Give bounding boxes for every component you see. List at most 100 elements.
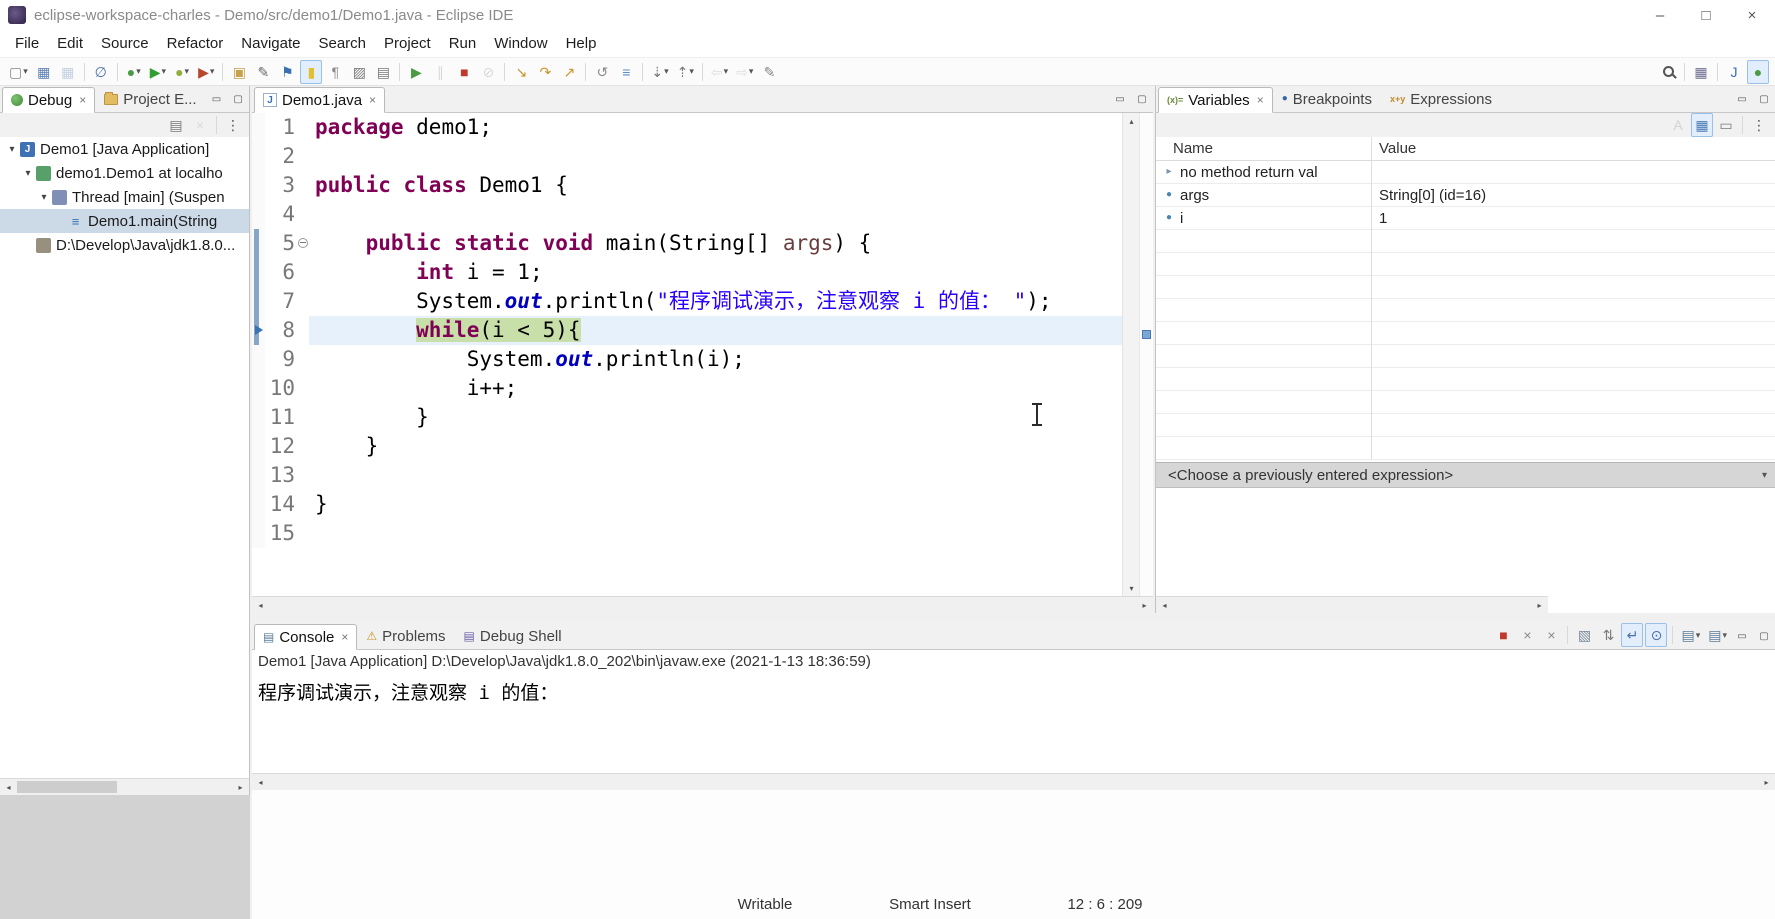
tab-expressions[interactable]: x+y Expressions xyxy=(1381,86,1501,112)
code-line-7[interactable]: 7 System.out.println("程序调试演示，注意观察 i 的值： … xyxy=(252,287,1153,316)
maximize-view-icon[interactable]: ▢ xyxy=(228,89,248,109)
scroll-left-icon[interactable]: ◂ xyxy=(252,774,269,790)
dropdown-arrow-icon[interactable]: ▾ xyxy=(23,66,28,77)
menu-edit[interactable]: Edit xyxy=(48,35,92,52)
menu-help[interactable]: Help xyxy=(557,35,606,52)
expand-arrow-icon[interactable]: ▾ xyxy=(36,192,52,203)
menu-run[interactable]: Run xyxy=(440,35,486,52)
tab-debug[interactable]: Debug × xyxy=(2,87,95,113)
tab-breakpoints[interactable]: ● Breakpoints xyxy=(1273,86,1381,112)
show-source-icon[interactable]: ▤ xyxy=(372,60,394,84)
scroll-left-icon[interactable]: ◂ xyxy=(1156,597,1173,613)
current-line-marker[interactable] xyxy=(1142,330,1151,339)
overview-ruler[interactable] xyxy=(1139,113,1153,596)
expression-combo[interactable]: <Choose a previously entered expression>… xyxy=(1156,462,1775,488)
code-line-6[interactable]: 6 int i = 1; xyxy=(252,258,1153,287)
open-console-icon[interactable]: ▤▾ xyxy=(1705,623,1730,647)
tree-item-java-app[interactable]: ▾JDemo1 [Java Application] xyxy=(0,137,249,161)
menu-source[interactable]: Source xyxy=(92,35,158,52)
minimize-view-icon[interactable]: ▭ xyxy=(1732,626,1752,646)
open-perspective-icon[interactable]: ▦ xyxy=(1690,60,1712,84)
menu-search[interactable]: Search xyxy=(309,35,375,52)
step-return-icon[interactable]: ↗ xyxy=(558,60,580,84)
variable-row[interactable]: ●argsString[0] (id=16) xyxy=(1156,184,1775,207)
code-editor[interactable]: 1package demo1;23public class Demo1 {45 … xyxy=(252,113,1153,596)
console-horizontal-scrollbar[interactable]: ◂ ▸ xyxy=(252,773,1775,790)
editor-vertical-scrollbar[interactable]: ▴ ▾ xyxy=(1122,113,1139,596)
code-line-8[interactable]: 8 while(i < 5){ xyxy=(252,316,1153,345)
close-window-button[interactable]: × xyxy=(1729,0,1775,30)
line-number[interactable]: 15 xyxy=(265,519,297,548)
maximize-view-icon[interactable]: ▢ xyxy=(1754,626,1774,646)
line-number[interactable]: 14 xyxy=(265,490,297,519)
dropdown-arrow-icon[interactable]: ▾ xyxy=(1762,470,1767,481)
menu-navigate[interactable]: Navigate xyxy=(232,35,309,52)
scroll-down-icon[interactable]: ▾ xyxy=(1123,580,1140,596)
menu-refactor[interactable]: Refactor xyxy=(158,35,233,52)
scrollbar-track[interactable] xyxy=(269,597,1136,613)
disconnect-icon[interactable]: ⊘ xyxy=(477,60,499,84)
package-view-icon[interactable]: ▨ xyxy=(348,60,370,84)
next-annotation-icon[interactable]: ⇣▾ xyxy=(648,60,671,84)
scrollbar-thumb[interactable] xyxy=(17,781,117,793)
clear-console-icon[interactable]: ▧ xyxy=(1573,623,1595,647)
code-line-3[interactable]: 3public class Demo1 { xyxy=(252,171,1153,200)
column-header-name[interactable]: Name xyxy=(1156,140,1371,157)
scroll-right-icon[interactable]: ▸ xyxy=(1136,597,1153,613)
remove-all-launches-icon[interactable]: × xyxy=(1540,623,1562,647)
line-number[interactable]: 11 xyxy=(265,403,297,432)
new-file-icon[interactable]: ✎ xyxy=(252,60,274,84)
menu-window[interactable]: Window xyxy=(485,35,556,52)
show-type-names-icon[interactable]: A xyxy=(1667,113,1689,137)
scroll-lock-icon[interactable]: ⇅ xyxy=(1597,623,1619,647)
maximize-window-button[interactable]: □ xyxy=(1683,0,1729,30)
dropdown-arrow-icon[interactable]: ▾ xyxy=(1696,630,1701,641)
close-tab-icon[interactable]: × xyxy=(369,93,376,107)
line-number[interactable]: 7 xyxy=(265,287,297,316)
dropdown-arrow-icon[interactable]: ▾ xyxy=(1722,630,1727,641)
code-line-13[interactable]: 13 xyxy=(252,461,1153,490)
tab-debug-shell[interactable]: ▤ Debug Shell xyxy=(455,623,571,649)
code-line-12[interactable]: 12 } xyxy=(252,432,1153,461)
scrollbar-track[interactable] xyxy=(1173,597,1531,613)
expand-arrow-icon[interactable]: ▾ xyxy=(20,168,36,179)
editor-horizontal-scrollbar[interactable]: ◂ ▸ xyxy=(252,596,1153,613)
scrollbar-track[interactable] xyxy=(269,774,1758,790)
code-line-14[interactable]: 14} xyxy=(252,490,1153,519)
tab-problems[interactable]: ⚠ Problems xyxy=(357,623,454,649)
debug-perspective-icon[interactable]: ● xyxy=(1747,60,1769,84)
resume-icon[interactable]: ▶ xyxy=(405,60,427,84)
debug-view-layout-icon[interactable]: ▤ xyxy=(165,113,187,137)
line-number[interactable]: 4 xyxy=(265,200,297,229)
drop-to-frame-icon[interactable]: ↺ xyxy=(591,60,613,84)
code-line-11[interactable]: 11 } xyxy=(252,403,1153,432)
scrollbar-track[interactable] xyxy=(117,779,232,795)
tree-item-jre[interactable]: D:\Develop\Java\jdk1.8.0... xyxy=(0,233,249,257)
scroll-up-icon[interactable]: ▴ xyxy=(1123,113,1140,129)
line-number[interactable]: 6 xyxy=(265,258,297,287)
mark-flag-icon[interactable]: ⚑ xyxy=(276,60,298,84)
dropdown-arrow-icon[interactable]: ▾ xyxy=(724,66,729,77)
console-output[interactable]: 程序调试演示，注意观察 i 的值： xyxy=(252,673,1775,773)
dropdown-arrow-icon[interactable]: ▾ xyxy=(210,66,215,77)
step-over-icon[interactable]: ↷ xyxy=(534,60,556,84)
code-line-9[interactable]: 9 System.out.println(i); xyxy=(252,345,1153,374)
remove-all-terminated-icon[interactable]: × xyxy=(189,113,211,137)
line-number[interactable]: 3 xyxy=(265,171,297,200)
display-selected-console-icon[interactable]: ▤▾ xyxy=(1678,623,1703,647)
variable-detail-pane[interactable] xyxy=(1156,488,1775,596)
suspend-icon[interactable]: ∥ xyxy=(429,60,451,84)
remove-launch-icon[interactable]: × xyxy=(1516,623,1538,647)
line-number[interactable]: 8 xyxy=(265,316,297,345)
scroll-left-icon[interactable]: ◂ xyxy=(252,597,269,613)
code-line-10[interactable]: 10 i++; xyxy=(252,374,1153,403)
tree-item-thread[interactable]: ▾Thread [main] (Suspen xyxy=(0,185,249,209)
minimize-view-icon[interactable]: ▭ xyxy=(1732,89,1752,109)
terminate-icon[interactable]: ■ xyxy=(453,60,475,84)
tab-variables[interactable]: (x)= Variables × xyxy=(1158,87,1273,113)
code-line-4[interactable]: 4 xyxy=(252,200,1153,229)
debug-horizontal-scrollbar[interactable]: ◂ ▸ xyxy=(0,778,249,795)
line-number[interactable]: 9 xyxy=(265,345,297,374)
close-tab-icon[interactable]: × xyxy=(341,630,348,644)
scroll-right-icon[interactable]: ▸ xyxy=(1531,597,1548,613)
